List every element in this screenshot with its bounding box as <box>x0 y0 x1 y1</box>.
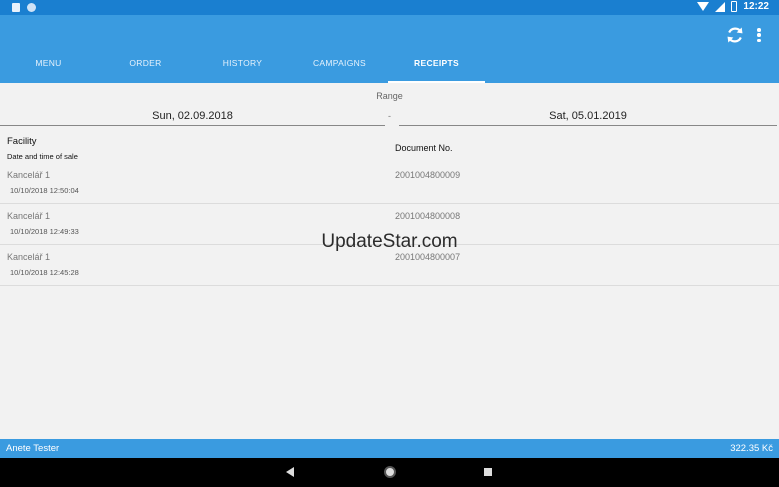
row-facility: Kancelář 1 <box>7 211 51 221</box>
table-row[interactable]: Kancelář 1 10/10/2018 12:49:33 200100480… <box>0 204 779 245</box>
signal-icon <box>715 1 726 12</box>
header-facility: Facility <box>7 136 37 147</box>
recent-apps-icon[interactable] <box>484 468 492 476</box>
footer-bar: Anete Tester 322.35 Kč <box>0 439 779 458</box>
row-facility: Kancelář 1 <box>7 252 51 262</box>
notification-icon <box>12 3 20 12</box>
table-row[interactable]: Kancelář 1 10/10/2018 12:50:04 200100480… <box>0 163 779 204</box>
row-facility: Kancelář 1 <box>7 170 51 180</box>
system-nav-bar <box>0 458 779 487</box>
receipts-list: Kancelář 1 10/10/2018 12:50:04 200100480… <box>0 163 779 286</box>
row-document-no: 2001004800008 <box>395 211 461 221</box>
date-from-field[interactable]: Sun, 02.09.2018 <box>0 109 385 126</box>
battery-icon <box>731 1 738 12</box>
tab-history[interactable]: HISTORY <box>194 43 291 83</box>
header-date-time: Date and time of sale <box>7 152 78 161</box>
wifi-icon <box>697 2 710 11</box>
row-datetime: 10/10/2018 12:49:33 <box>10 227 79 236</box>
notification-icons <box>12 3 36 12</box>
total-amount: 322.35 Kč <box>730 443 773 454</box>
row-document-no: 2001004800009 <box>395 170 461 180</box>
receipts-content: Range Sun, 02.09.2018 - Sat, 05.01.2019 … <box>0 83 779 439</box>
tab-order[interactable]: ORDER <box>97 43 194 83</box>
back-icon[interactable] <box>286 467 294 477</box>
more-vert-icon[interactable] <box>753 26 765 44</box>
tab-bar: MENU ORDER HISTORY CAMPAIGNS RECEIPTS <box>0 43 779 83</box>
tab-menu[interactable]: MENU <box>0 43 97 83</box>
refresh-icon[interactable] <box>725 25 745 45</box>
date-to-field[interactable]: Sat, 05.01.2019 <box>399 109 777 126</box>
user-name: Anete Tester <box>6 443 60 454</box>
row-datetime: 10/10/2018 12:50:04 <box>10 186 79 195</box>
row-datetime: 10/10/2018 12:45:28 <box>10 268 79 277</box>
row-document-no: 2001004800007 <box>395 252 461 262</box>
table-row[interactable]: Kancelář 1 10/10/2018 12:45:28 200100480… <box>0 245 779 286</box>
status-clock: 12:22 <box>743 1 769 12</box>
tab-campaigns[interactable]: CAMPAIGNS <box>291 43 388 83</box>
header-document-no: Document No. <box>395 143 453 153</box>
range-label: Range <box>376 91 403 101</box>
home-icon[interactable] <box>384 466 396 478</box>
tab-receipts[interactable]: RECEIPTS <box>388 43 485 83</box>
status-bar: 12:22 <box>0 0 779 15</box>
app-notification-icon <box>27 3 36 12</box>
date-separator: - <box>388 111 391 121</box>
